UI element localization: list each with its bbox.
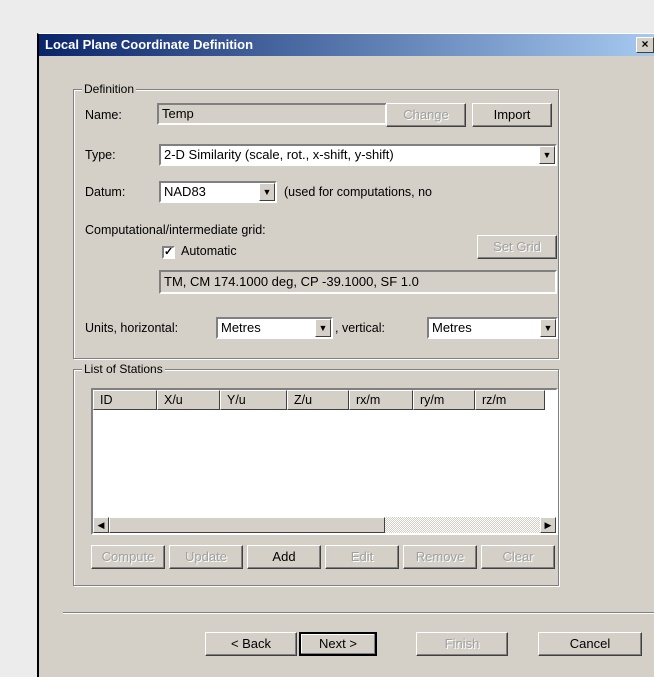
import-button[interactable]: Import <box>472 103 552 127</box>
datum-select[interactable]: NAD83 ▼ <box>159 181 277 203</box>
grid-info-field: TM, CM 174.1000 deg, CP -39.1000, SF 1.0 <box>159 270 557 294</box>
add-button[interactable]: Add <box>247 545 321 569</box>
datum-select-value: NAD83 <box>164 184 206 199</box>
check-icon: ✓ <box>164 246 174 258</box>
set-grid-button[interactable]: Set Grid <box>477 235 557 259</box>
update-button[interactable]: Update <box>169 545 243 569</box>
name-field: Temp <box>157 103 387 125</box>
automatic-checkbox[interactable]: ✓ <box>162 246 175 259</box>
scroll-right-button[interactable]: ▶ <box>540 517 556 533</box>
footer-separator <box>63 612 654 614</box>
close-icon: × <box>641 37 649 51</box>
dialog-window: Local Plane Coordinate Definition × Defi… <box>37 33 654 677</box>
datum-note: (used for computations, no <box>284 185 432 199</box>
clear-button[interactable]: Clear <box>481 545 555 569</box>
units-horizontal-label: Units, horizontal: <box>85 321 179 335</box>
column-header-ry[interactable]: ry/m <box>413 390 475 410</box>
stations-legend: List of Stations <box>82 362 165 376</box>
definition-legend: Definition <box>82 82 137 96</box>
column-header-rx[interactable]: rx/m <box>349 390 413 410</box>
column-header-rz[interactable]: rz/m <box>475 390 545 410</box>
column-header-z[interactable]: Z/u <box>287 390 349 410</box>
automatic-label[interactable]: Automatic <box>181 244 237 258</box>
name-label: Name: <box>85 108 122 122</box>
column-header-x[interactable]: X/u <box>157 390 220 410</box>
units-vertical-label: , vertical: <box>335 321 386 335</box>
remove-button[interactable]: Remove <box>403 545 477 569</box>
units-horizontal-value: Metres <box>221 320 261 335</box>
arrow-left-icon: ◀ <box>97 520 105 530</box>
chevron-down-icon[interactable]: ▼ <box>539 146 555 164</box>
grid-label: Computational/intermediate grid: <box>85 223 266 237</box>
edit-button[interactable]: Edit <box>325 545 399 569</box>
finish-button[interactable]: Finish <box>416 632 508 656</box>
scroll-thumb[interactable] <box>109 517 385 533</box>
compute-button[interactable]: Compute <box>91 545 165 569</box>
window-title: Local Plane Coordinate Definition <box>45 37 254 52</box>
cancel-button[interactable]: Cancel <box>538 632 642 656</box>
type-select[interactable]: 2-D Similarity (scale, rot., x-shift, y-… <box>159 144 557 166</box>
change-button[interactable]: Change <box>386 103 466 127</box>
title-bar[interactable]: Local Plane Coordinate Definition × <box>39 34 654 56</box>
units-vertical-value: Metres <box>432 320 472 335</box>
column-header-y[interactable]: Y/u <box>220 390 287 410</box>
scroll-left-button[interactable]: ◀ <box>93 517 109 533</box>
stations-list[interactable]: ID X/u Y/u Z/u rx/m ry/m rz/m ◀ ▶ <box>91 388 558 535</box>
horizontal-scrollbar[interactable]: ◀ ▶ <box>93 517 556 533</box>
type-select-value: 2-D Similarity (scale, rot., x-shift, y-… <box>164 147 394 162</box>
close-button[interactable]: × <box>636 37 654 53</box>
back-button[interactable]: < Back <box>205 632 297 656</box>
datum-label: Datum: <box>85 185 126 199</box>
column-header-id[interactable]: ID <box>93 390 157 410</box>
units-horizontal-select[interactable]: Metres ▼ <box>216 317 333 339</box>
chevron-down-icon[interactable]: ▼ <box>315 319 331 337</box>
type-label: Type: <box>85 148 116 162</box>
arrow-right-icon: ▶ <box>544 520 552 530</box>
chevron-down-icon[interactable]: ▼ <box>259 183 275 201</box>
units-vertical-select[interactable]: Metres ▼ <box>427 317 558 339</box>
chevron-down-icon[interactable]: ▼ <box>540 319 556 337</box>
next-button[interactable]: Next > <box>299 632 377 656</box>
